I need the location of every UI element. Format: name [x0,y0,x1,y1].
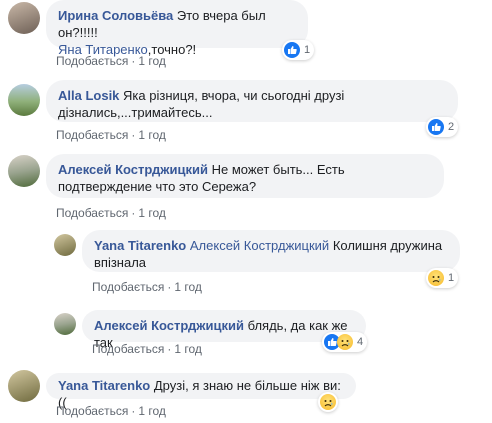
like-button[interactable]: Подобається [56,404,128,418]
comment-actions: Подобається · 1 год [56,128,166,142]
reaction-summary[interactable]: 1 [426,268,459,288]
separator: · [131,404,136,418]
like-icon [284,42,300,58]
reply-author-link[interactable]: Алексей Кострджицкий [94,318,244,333]
comment-actions: Подобається · 1 год [56,206,166,220]
separator: · [167,280,172,294]
mention-link[interactable]: Алексей Кострджицкий [190,238,329,253]
avatar[interactable] [8,84,40,116]
sad-icon [320,394,336,410]
comment-author-link[interactable]: Yana Titarenko [58,378,150,393]
reaction-count: 2 [448,121,455,133]
separator: · [167,342,172,356]
reply-bubble: Yana Titarenko Алексей Кострджицкий Коли… [82,230,460,272]
reaction-summary[interactable]: 1 [282,40,315,60]
reply-author-link[interactable]: Yana Titarenko [94,238,186,253]
avatar[interactable] [54,234,76,256]
comment-actions: Подобається · 1 год [56,54,166,68]
like-button[interactable]: Подобається [92,342,164,356]
comment-author-link[interactable]: Alla Losik [58,88,119,103]
comment-bubble: Алексей Кострджицкий Не может быть... Ес… [46,154,444,198]
avatar[interactable] [54,313,76,335]
like-icon [428,119,444,135]
timestamp-link[interactable]: 1 год [138,54,166,68]
comment-author-link[interactable]: Алексей Кострджицкий [58,162,208,177]
like-button[interactable]: Подобається [56,206,128,220]
timestamp-link[interactable]: 1 год [138,128,166,142]
separator: · [131,206,136,220]
like-button[interactable]: Подобається [56,128,128,142]
reaction-summary[interactable]: 4 [322,332,368,352]
comment-item: Yana Titarenko Друзі, я знаю не більше н… [0,0,492,418]
comment-bubble: Yana Titarenko Друзі, я знаю не більше н… [46,373,356,410]
comment-actions: Подобається · 1 год [56,404,166,418]
separator: · [131,54,136,68]
reaction-summary[interactable] [318,392,338,412]
reaction-count: 1 [304,44,311,56]
avatar[interactable] [8,2,40,34]
sad-icon [428,270,444,286]
reply-actions: Подобається · 1 год [92,280,202,294]
like-button[interactable]: Подобається [92,280,164,294]
timestamp-link[interactable]: 1 год [174,280,202,294]
timestamp-link[interactable]: 1 год [138,404,166,418]
timestamp-link[interactable]: 1 год [138,206,166,220]
reaction-summary[interactable]: 2 [426,117,459,137]
separator: · [131,128,136,142]
comment-bubble: Ирина Соловьёва Это вчера был он?!!!!! Я… [46,0,308,57]
reaction-count: 4 [357,336,364,348]
avatar[interactable] [8,370,40,402]
reaction-count: 1 [448,272,455,284]
avatar[interactable] [8,155,40,187]
comment-author-link[interactable]: Ирина Соловьёва [58,8,173,23]
reply-actions: Подобається · 1 год [92,342,202,356]
sad-icon [337,334,353,350]
comment-bubble: Alla Losik Яка різниця, вчора, чи сьогод… [46,80,458,122]
timestamp-link[interactable]: 1 год [174,342,202,356]
like-button[interactable]: Подобається [56,54,128,68]
